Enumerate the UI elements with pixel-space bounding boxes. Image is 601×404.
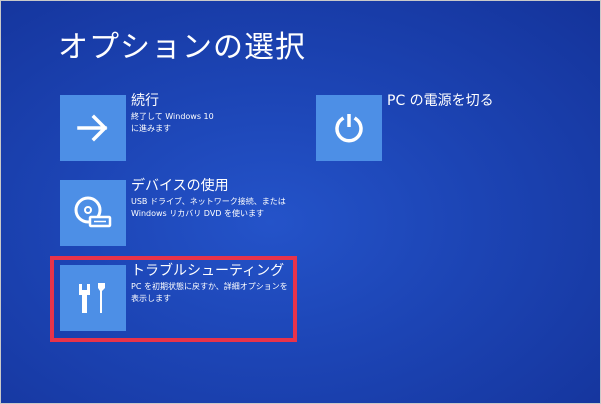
arrow-right-icon	[77, 114, 108, 142]
option-use-device-tile[interactable]	[60, 180, 126, 246]
option-continue-tile[interactable]	[60, 95, 126, 161]
highlight-box	[50, 256, 297, 342]
option-continue-description: 終了して Windows 10 に進みます	[131, 112, 214, 133]
option-use-device-description: USB ドライブ、ネットワーク接続、または Windows リカバリ DVD を…	[131, 197, 286, 218]
option-power-off-title: PC の電源を切る	[387, 93, 494, 109]
page-title: オプションの選択	[58, 30, 306, 65]
option-use-device-title: デバイスの使用	[131, 178, 229, 194]
disc-drive-icon	[74, 196, 112, 228]
option-power-off-tile[interactable]	[316, 95, 382, 161]
option-continue-title: 続行	[131, 93, 159, 109]
power-icon	[335, 114, 363, 143]
